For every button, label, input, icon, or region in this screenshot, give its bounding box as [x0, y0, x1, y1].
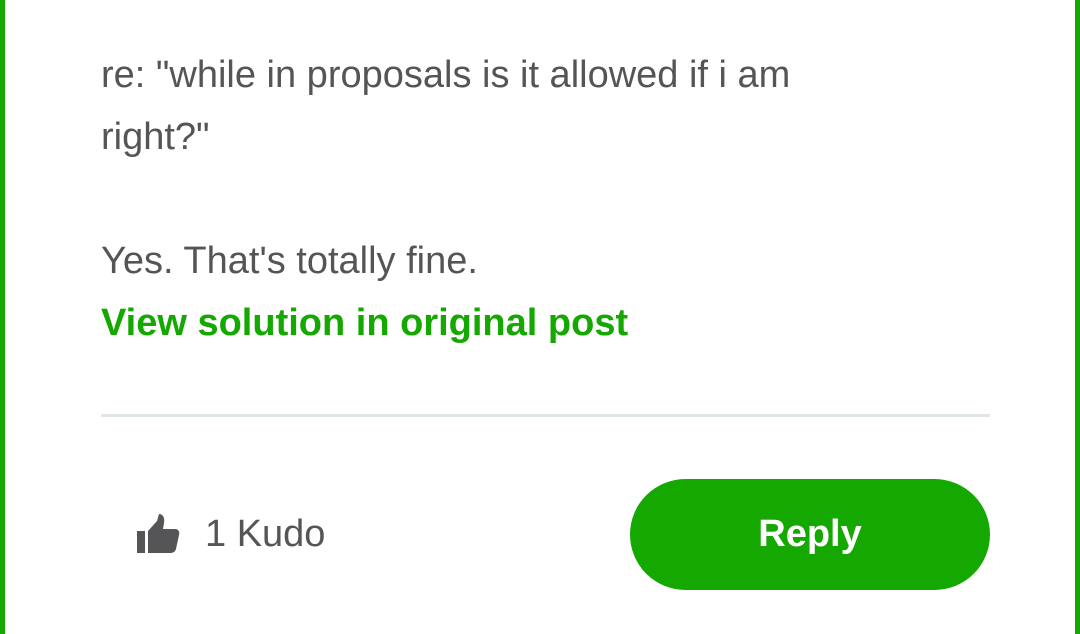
- view-solution-link[interactable]: View solution in original post: [101, 294, 628, 352]
- answer-text: Yes. That's totally fine.: [101, 240, 478, 282]
- quoted-message-line-1: re: "while in proposals is it allowed if…: [101, 54, 791, 96]
- quoted-message-line-2: right?": [101, 116, 210, 158]
- kudo-button[interactable]: 1 Kudo: [135, 508, 325, 560]
- kudo-count: 1 Kudo: [205, 513, 326, 555]
- thumbs-up-icon: [137, 514, 180, 553]
- reply-button[interactable]: Reply: [630, 479, 990, 590]
- quoted-message: re: "while in proposals is it allowed if…: [101, 44, 991, 168]
- section-divider: [101, 414, 990, 417]
- forum-post-card: re: "while in proposals is it allowed if…: [0, 0, 1080, 634]
